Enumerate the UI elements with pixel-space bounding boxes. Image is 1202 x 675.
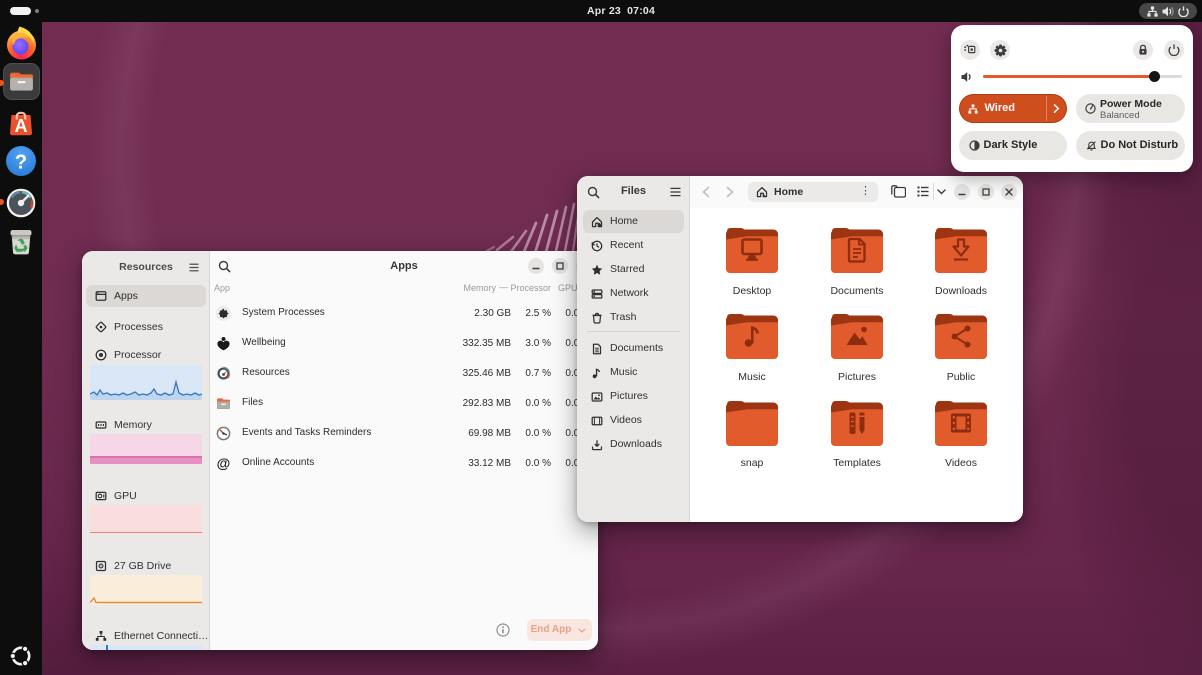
svg-text:?: ? xyxy=(15,152,27,174)
svg-text:A: A xyxy=(15,116,28,136)
